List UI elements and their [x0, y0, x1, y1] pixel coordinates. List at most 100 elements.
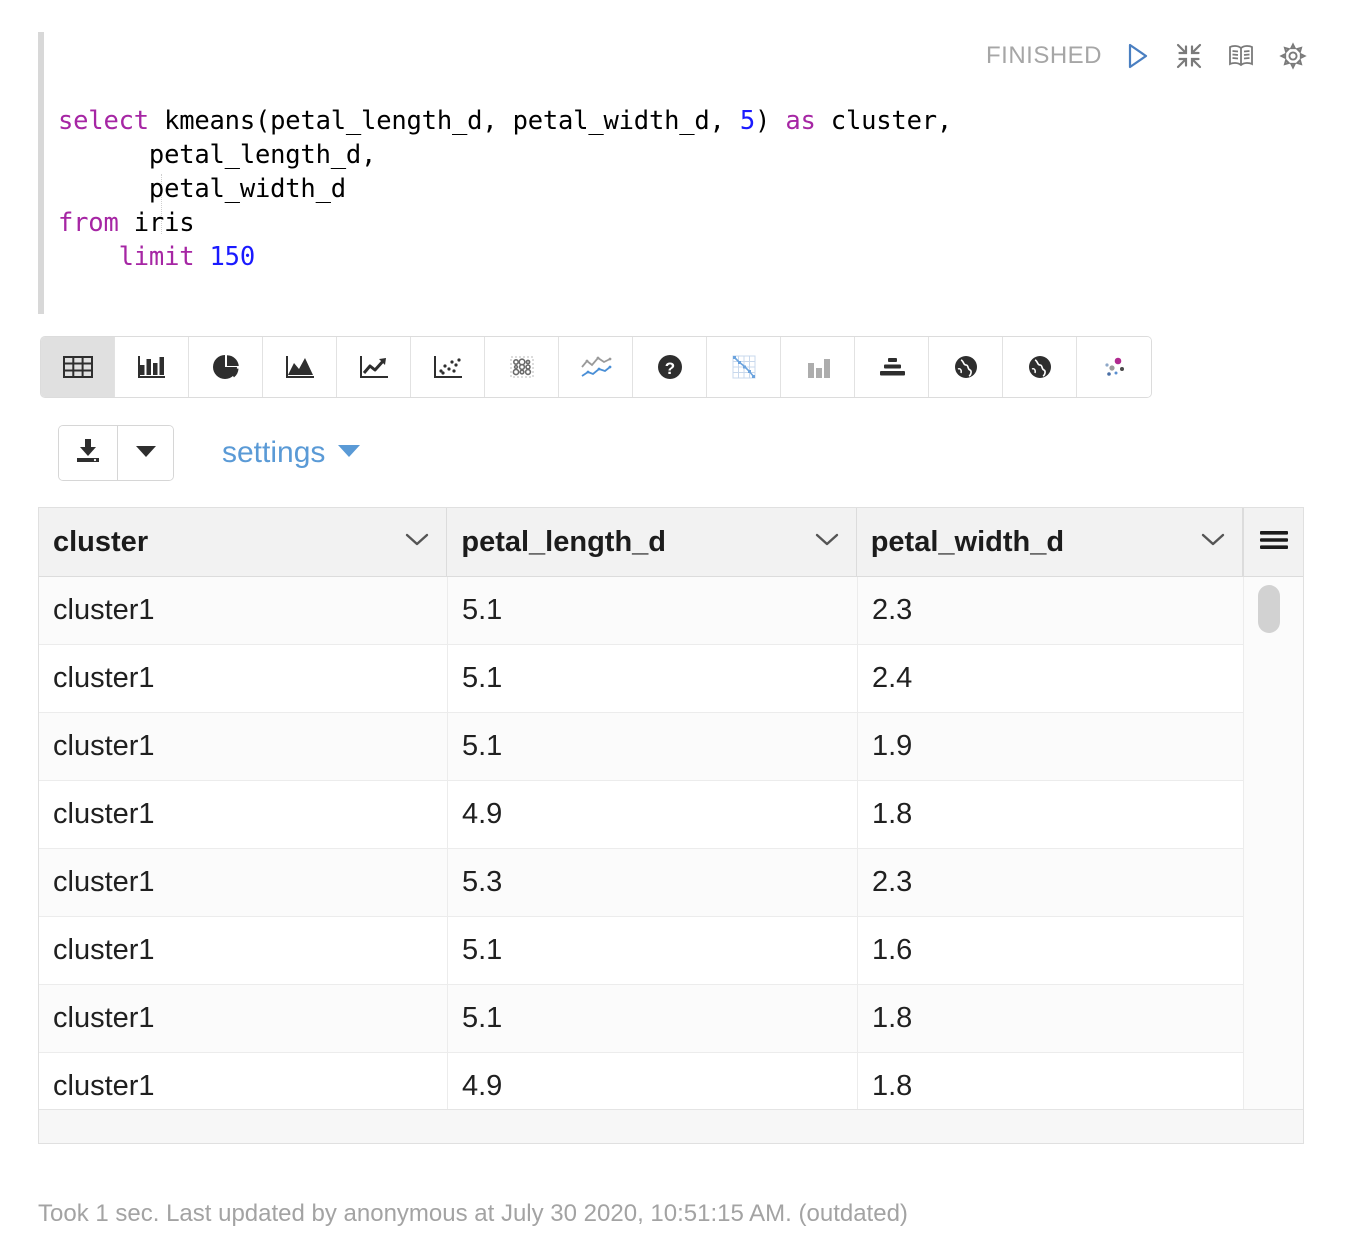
viz-button-matrix-grid[interactable]: [707, 337, 781, 397]
multi-line-icon: [578, 352, 614, 382]
table-row[interactable]: cluster1 5.1 2.4: [39, 645, 1303, 713]
viz-button-multi-line[interactable]: [559, 337, 633, 397]
viz-button-scatter-chart[interactable]: [411, 337, 485, 397]
cell-cluster: cluster1: [39, 713, 448, 780]
book-icon[interactable]: [1224, 39, 1258, 73]
cell-petal-width-d: 2.3: [858, 849, 1245, 916]
code-line4-a: iris: [119, 208, 195, 238]
sql-code[interactable]: select kmeans(petal_length_d, petal_widt…: [58, 104, 952, 274]
viz-button-map[interactable]: [929, 337, 1003, 397]
cell-petal-width-d: 1.6: [858, 917, 1245, 984]
cell-petal-length-d: 5.1: [448, 917, 858, 984]
paragraph-footer-status: Took 1 sec. Last updated by anonymous at…: [38, 1200, 908, 1228]
table-row[interactable]: cluster1 5.1 1.9: [39, 713, 1303, 781]
viz-button-scatter-dots[interactable]: [1077, 337, 1151, 397]
column-header-petal-width-d[interactable]: petal_width_d: [857, 508, 1243, 576]
download-icon: [73, 437, 103, 470]
table-icon: [61, 352, 95, 382]
cell-cluster: cluster1: [39, 849, 448, 916]
table-row[interactable]: cluster1 4.9 1.8: [39, 781, 1303, 849]
scrollbar-thumb[interactable]: [1258, 585, 1280, 633]
pie-chart-icon: [210, 352, 242, 382]
code-number-5: 5: [740, 106, 755, 136]
viz-button-table[interactable]: [41, 337, 115, 397]
minimize-icon[interactable]: [1172, 39, 1206, 73]
cell-petal-width-d: 1.8: [858, 1053, 1245, 1112]
chevron-down-icon[interactable]: [814, 532, 840, 553]
viz-button-help[interactable]: ?: [633, 337, 707, 397]
result-action-row: settings: [58, 425, 361, 481]
cell-petal-length-d: 4.9: [448, 1053, 858, 1112]
globe-icon: [951, 352, 981, 382]
svg-text:?: ?: [664, 359, 674, 378]
run-icon[interactable]: [1120, 39, 1154, 73]
paragraph-status-bar: FINISHED: [986, 32, 1310, 80]
chevron-down-icon[interactable]: [404, 532, 430, 553]
caret-down-icon: [337, 443, 361, 463]
code-line1-b: ): [755, 106, 785, 136]
cell-cluster: cluster1: [39, 781, 448, 848]
cell-cluster: cluster1: [39, 645, 448, 712]
code-line1-c: cluster,: [816, 106, 952, 136]
viz-button-stacked-bars[interactable]: [855, 337, 929, 397]
cell-cluster: cluster1: [39, 985, 448, 1052]
hamburger-menu-icon: [1257, 527, 1291, 558]
result-table: cluster petal_length_d petal_width_d: [38, 507, 1304, 1144]
table-header-row: cluster petal_length_d petal_width_d: [39, 508, 1303, 577]
code-line3: petal_width_d: [58, 174, 346, 204]
viz-button-column-chart[interactable]: [781, 337, 855, 397]
keyword-from: from: [58, 208, 119, 238]
table-row[interactable]: cluster1 5.1 1.6: [39, 917, 1303, 985]
bubble-matrix-icon: [506, 352, 538, 382]
cell-petal-length-d: 5.1: [448, 577, 858, 644]
viz-button-area-chart[interactable]: [263, 337, 337, 397]
line-chart-icon: [357, 352, 391, 382]
viz-button-bubble-matrix[interactable]: [485, 337, 559, 397]
table-row[interactable]: cluster1 5.1 1.8: [39, 985, 1303, 1053]
table-row[interactable]: cluster1 4.9 1.8: [39, 1053, 1303, 1112]
download-button[interactable]: [59, 426, 117, 480]
code-line1-a: kmeans(petal_length_d, petal_width_d,: [149, 106, 740, 136]
cell-petal-length-d: 5.1: [448, 985, 858, 1052]
stacked-bars-icon: [875, 352, 909, 382]
settings-toggle[interactable]: settings: [222, 436, 361, 470]
cell-petal-length-d: 4.9: [448, 781, 858, 848]
table-menu-button[interactable]: [1243, 508, 1303, 576]
cell-cluster: cluster1: [39, 577, 448, 644]
scatter-chart-icon: [431, 352, 465, 382]
code-editor[interactable]: FINISHED: [38, 32, 1310, 314]
column-header-petal-length-d[interactable]: petal_length_d: [447, 508, 856, 576]
visualization-toolbar: ?: [40, 336, 1152, 398]
gear-icon[interactable]: [1276, 39, 1310, 73]
column-chart-icon: [802, 352, 834, 382]
download-button-group: [58, 425, 174, 481]
globe-alt-icon: [1025, 352, 1055, 382]
caret-down-icon: [135, 444, 157, 463]
table-body: cluster1 5.1 2.3 cluster1 5.1 2.4 cluste…: [39, 577, 1303, 1112]
cell-petal-width-d: 1.8: [858, 985, 1245, 1052]
cell-cluster: cluster1: [39, 1053, 448, 1112]
status-badge: FINISHED: [986, 42, 1102, 70]
column-header-label: petal_length_d: [461, 526, 666, 559]
viz-button-line-chart[interactable]: [337, 337, 411, 397]
viz-button-map-alt[interactable]: [1003, 337, 1077, 397]
cell-petal-width-d: 1.8: [858, 781, 1245, 848]
matrix-grid-icon: [728, 352, 760, 382]
cell-petal-width-d: 2.4: [858, 645, 1245, 712]
table-vertical-scrollbar[interactable]: [1243, 577, 1303, 1112]
cell-petal-width-d: 1.9: [858, 713, 1245, 780]
cell-petal-length-d: 5.3: [448, 849, 858, 916]
bar-chart-icon: [135, 352, 169, 382]
code-number-150: 150: [194, 242, 255, 272]
notebook-paragraph: FINISHED: [0, 0, 1346, 1254]
chevron-down-icon[interactable]: [1200, 532, 1226, 553]
settings-label: settings: [222, 436, 325, 470]
column-header-cluster[interactable]: cluster: [39, 508, 447, 576]
question-mark-icon: ?: [654, 351, 686, 383]
table-row[interactable]: cluster1 5.1 2.3: [39, 577, 1303, 645]
viz-button-bar-chart[interactable]: [115, 337, 189, 397]
viz-button-pie-chart[interactable]: [189, 337, 263, 397]
table-row[interactable]: cluster1 5.3 2.3: [39, 849, 1303, 917]
table-footer-strip: [39, 1109, 1303, 1143]
download-dropdown-button[interactable]: [117, 426, 173, 480]
